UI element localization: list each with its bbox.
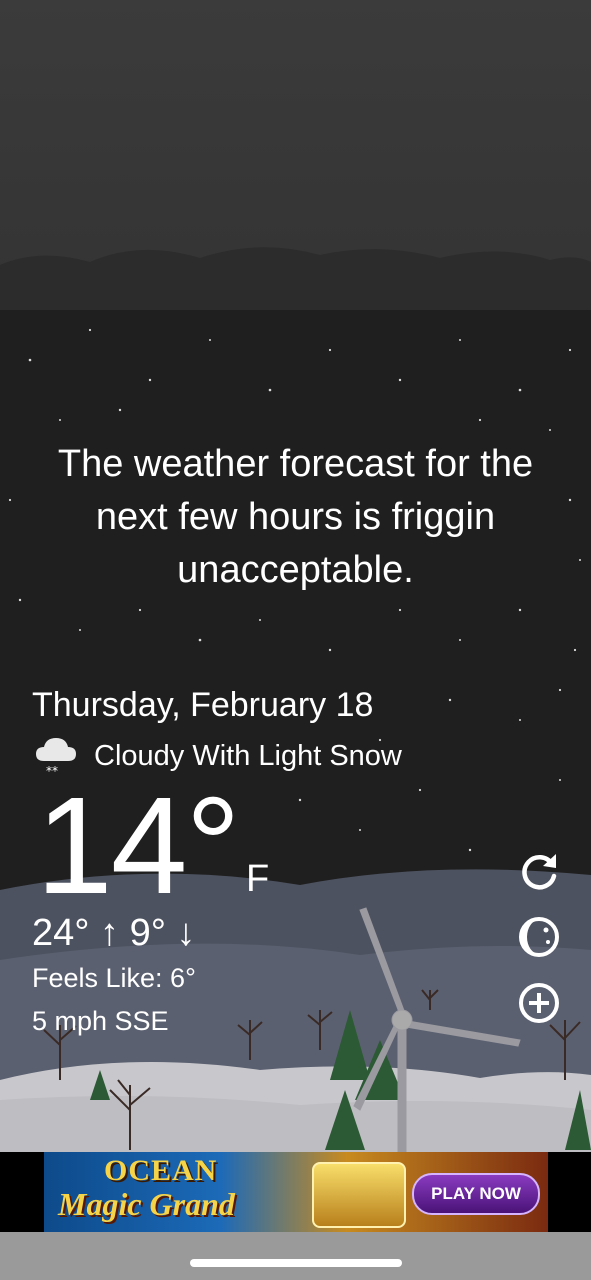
condition-text: Cloudy With Light Snow	[94, 739, 402, 772]
moon-phase-icon[interactable]	[516, 914, 562, 960]
weather-quote: The weather forecast for the next few ho…	[57, 443, 534, 591]
add-icon[interactable]	[516, 980, 562, 1026]
forecast-date: Thursday, February 18	[32, 686, 374, 724]
bottom-bar	[0, 1232, 591, 1280]
refresh-icon[interactable]	[516, 848, 562, 894]
ad-title: OCEAN	[104, 1154, 218, 1187]
feels-like: Feels Like: 6°	[32, 963, 196, 993]
ad-banner[interactable]: OCEAN Magic Grand PLAY NOW	[0, 1152, 591, 1232]
wind-speed: 5 mph SSE	[32, 1006, 169, 1036]
ad-play-now-button[interactable]: PLAY NOW	[412, 1173, 540, 1215]
background-scene	[0, 0, 591, 1241]
home-indicator[interactable]	[190, 1259, 402, 1267]
high-low-temps: 24° ↑ 9° ↓	[32, 912, 196, 954]
ad-subtitle: Magic Grand	[58, 1186, 235, 1222]
temperature-unit[interactable]: F	[246, 858, 269, 901]
ad-slot-machine-image	[312, 1162, 406, 1228]
current-temperature: 14°	[36, 769, 241, 923]
ad-creative[interactable]: OCEAN Magic Grand PLAY NOW	[44, 1152, 548, 1232]
